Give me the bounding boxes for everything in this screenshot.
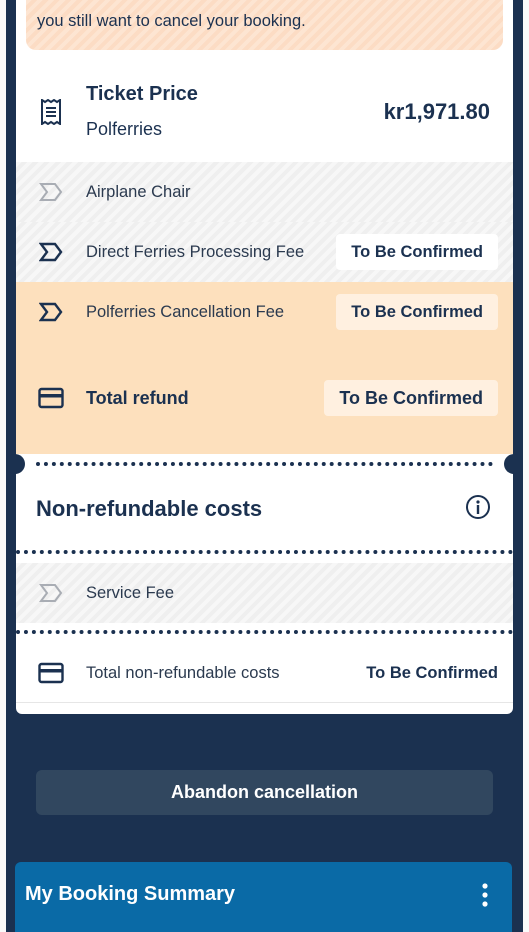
warning-banner: you still want to cancel your booking. <box>26 0 503 50</box>
item-label: Polferries Cancellation Fee <box>86 302 285 321</box>
receipt-icon <box>38 99 64 125</box>
total-non-refundable-status: To Be Confirmed <box>366 663 498 682</box>
item-label: Service Fee <box>86 583 175 602</box>
section-title: Non-refundable costs <box>36 496 263 521</box>
list-item: Service Fee <box>16 563 513 623</box>
ticket-price-row: Ticket Price Polferries kr1,971.80 <box>16 62 513 162</box>
divider <box>16 630 513 634</box>
list-item: Airplane Chair <box>16 162 513 222</box>
list-item: Direct Ferries Processing Fee To Be Conf… <box>16 222 513 282</box>
chevron-tag-icon <box>38 580 64 606</box>
total-refund-status: To Be Confirmed <box>324 380 498 416</box>
item-label: Airplane Chair <box>86 182 191 201</box>
list-item: Polferries Cancellation Fee To Be Confir… <box>16 282 513 342</box>
total-refund-row: Total refund To Be Confirmed <box>16 342 513 454</box>
status-badge: To Be Confirmed <box>336 234 498 270</box>
cancellation-card: you still want to cancel your booking. T… <box>6 0 523 714</box>
divider <box>16 550 513 554</box>
total-non-refundable-row: Total non-refundable costs To Be Confirm… <box>16 643 513 703</box>
perforation-notch <box>504 454 523 474</box>
warning-text: you still want to cancel your booking. <box>37 12 306 30</box>
status-badge: To Be Confirmed <box>336 294 498 330</box>
credit-card-icon <box>38 660 64 686</box>
kebab-menu-icon[interactable] <box>480 882 490 910</box>
divider <box>36 462 493 466</box>
ticket-price-value: kr1,971.80 <box>383 99 490 124</box>
item-label: Direct Ferries Processing Fee <box>86 242 305 261</box>
operator-name: Polferries <box>86 119 163 139</box>
abandon-cancellation-button[interactable]: Abandon cancellation <box>36 770 493 815</box>
perforation-notch <box>6 454 25 474</box>
credit-card-icon <box>38 385 64 411</box>
divider <box>16 702 513 703</box>
chevron-tag-icon <box>38 179 64 205</box>
app-frame: you still want to cancel your booking. T… <box>6 0 523 932</box>
total-refund-label: Total refund <box>86 387 189 408</box>
info-icon[interactable] <box>465 494 491 525</box>
ticket-price-title: Ticket Price <box>86 83 198 105</box>
total-non-refundable-label: Total non-refundable costs <box>86 663 280 682</box>
chevron-tag-icon <box>38 299 64 325</box>
booking-summary-header[interactable]: My Booking Summary <box>15 862 512 932</box>
chevron-tag-icon <box>38 239 64 265</box>
summary-title: My Booking Summary <box>25 883 236 905</box>
